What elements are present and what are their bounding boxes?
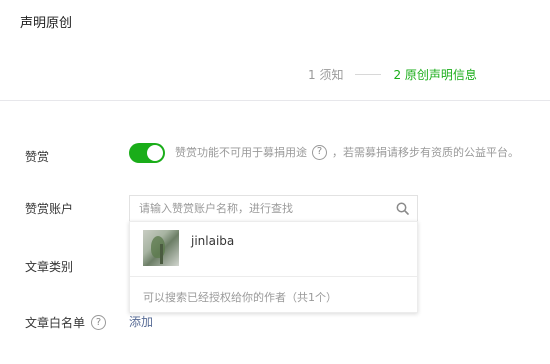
reward-label: 赞赏: [25, 150, 50, 164]
search-icon[interactable]: [396, 202, 409, 215]
reward-note-suffix: ，若需募捐请移步有资质的公益平台。: [332, 146, 519, 159]
author-name: jinlaiba: [191, 234, 235, 248]
article-category-label: 文章类别: [25, 260, 74, 274]
whitelist-label: 文章白名单: [25, 316, 86, 330]
step-indicator: 1 须知 2 原创声明信息: [308, 66, 477, 82]
whitelist-label-row: 文章白名单 ?: [25, 314, 107, 331]
reward-note-text: 赞赏功能不可用于募捐用途: [175, 146, 307, 159]
page-title: 声明原创: [20, 16, 73, 31]
step-original-info: 2 原创声明信息: [393, 67, 477, 82]
account-search-input[interactable]: [130, 196, 390, 221]
author-avatar: [143, 230, 179, 266]
whitelist-add-link[interactable]: 添加: [129, 313, 153, 330]
account-search-dropdown: jinlaiba 可以搜索已经授权给你的作者（共1个）: [129, 221, 418, 313]
reward-toggle[interactable]: [129, 143, 165, 163]
question-icon[interactable]: ?: [312, 144, 327, 160]
authorized-authors-note: 可以搜索已经授权给你的作者（共1个）: [143, 291, 337, 304]
author-result-item[interactable]: jinlaiba: [130, 222, 417, 276]
step-notice: 1 须知: [308, 67, 344, 82]
reward-note: 赞赏功能不可用于募捐用途 ? ，若需募捐请移步有资质的公益平台。: [175, 144, 519, 160]
dropdown-divider: [130, 276, 417, 277]
step-connector: [355, 73, 382, 75]
question-icon[interactable]: ?: [91, 315, 107, 330]
reward-account-label: 赞赏账户: [25, 202, 74, 216]
toggle-knob: [147, 145, 163, 161]
account-search-box: [129, 195, 418, 222]
header-divider: [0, 100, 550, 101]
